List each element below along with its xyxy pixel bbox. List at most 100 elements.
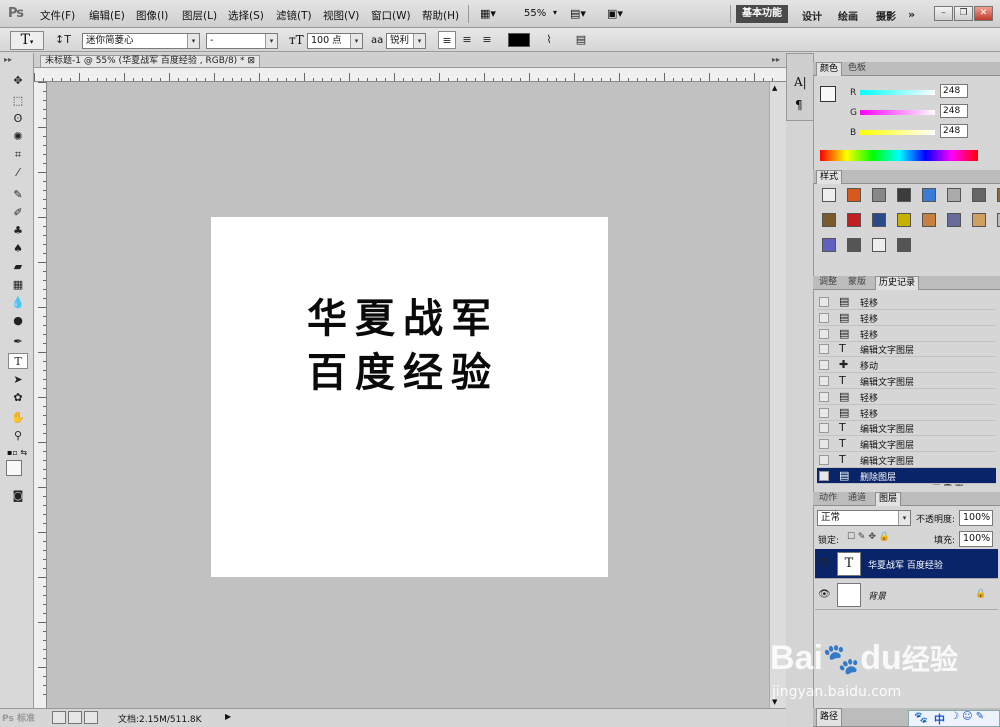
font-family-select[interactable]: 迷你简菱心 ▾ bbox=[82, 33, 200, 49]
eye-icon[interactable]: 👁 bbox=[818, 558, 831, 569]
style-swatch[interactable] bbox=[872, 188, 886, 202]
restore-icon[interactable]: ❐ bbox=[954, 6, 973, 21]
paragraph-panel-icon[interactable]: ¶ bbox=[795, 98, 803, 112]
menu-layer[interactable]: 图层(L) bbox=[182, 8, 217, 23]
text-color-swatch[interactable] bbox=[508, 33, 530, 47]
layer-row-text[interactable]: 👁 T 华夏战军 百度经验 bbox=[815, 549, 998, 579]
align-right-icon[interactable]: ≡ bbox=[478, 31, 496, 49]
history-snapshot-checkbox[interactable] bbox=[819, 312, 829, 323]
character-panel-icon[interactable]: ▤ bbox=[572, 31, 590, 49]
style-swatch[interactable] bbox=[847, 238, 861, 252]
status-menu-arrow-icon[interactable]: ▶ bbox=[225, 712, 231, 721]
tab-adjustments[interactable]: 调整 bbox=[816, 276, 840, 289]
move-tool-icon[interactable]: ✥ bbox=[8, 73, 28, 89]
warp-text-icon[interactable]: ⌇ bbox=[540, 31, 558, 49]
dodge-tool-icon[interactable]: ● bbox=[8, 313, 28, 329]
lasso-tool-icon[interactable]: ʘ bbox=[8, 111, 28, 127]
collapse-icon[interactable]: ▸▸ bbox=[4, 55, 12, 64]
tab-paths[interactable]: 路径 bbox=[816, 708, 843, 726]
menu-filter[interactable]: 滤镜(T) bbox=[276, 8, 312, 23]
history-item[interactable]: ▤ 轻移 bbox=[817, 389, 996, 405]
quick-select-tool-icon[interactable]: ✺ bbox=[8, 129, 28, 145]
tab-layers[interactable]: 图层 bbox=[875, 492, 902, 506]
style-swatch[interactable] bbox=[822, 213, 836, 227]
history-snapshot-checkbox[interactable] bbox=[819, 391, 829, 402]
tab-masks[interactable]: 蒙版 bbox=[845, 276, 869, 289]
close-icon[interactable]: ✕ bbox=[974, 6, 993, 21]
foreground-color-swatch[interactable] bbox=[820, 86, 836, 102]
history-item[interactable]: ▤ 轻移 bbox=[817, 294, 996, 310]
canvas-text-line-1[interactable]: 华夏战军 bbox=[307, 286, 499, 344]
eye-icon[interactable]: 👁 bbox=[818, 589, 831, 600]
opacity-field[interactable]: 100% bbox=[959, 510, 993, 526]
font-size-select[interactable]: 100 点 ▾ bbox=[307, 33, 363, 49]
style-swatch[interactable] bbox=[847, 213, 861, 227]
tab-color[interactable]: 颜色 bbox=[816, 62, 843, 76]
eraser-tool-icon[interactable]: ▰ bbox=[8, 259, 28, 275]
chevron-down-icon[interactable]: ▾ bbox=[553, 8, 557, 17]
r-slider[interactable] bbox=[860, 90, 935, 95]
history-snapshot-checkbox[interactable] bbox=[819, 407, 829, 418]
layer-name[interactable]: 背景 bbox=[868, 589, 886, 602]
crop-tool-icon[interactable]: ⌗ bbox=[8, 147, 28, 163]
style-swatch[interactable] bbox=[822, 238, 836, 252]
antialias-select[interactable]: 锐利 ▾ bbox=[386, 33, 426, 49]
style-swatch[interactable] bbox=[847, 188, 861, 202]
history-snapshot-checkbox[interactable] bbox=[819, 470, 829, 481]
history-item[interactable]: ▤ 轻移 bbox=[817, 310, 996, 326]
menu-help[interactable]: 帮助(H) bbox=[422, 8, 459, 23]
style-swatch[interactable] bbox=[972, 188, 986, 202]
style-swatch[interactable] bbox=[972, 213, 986, 227]
style-swatch[interactable] bbox=[922, 188, 936, 202]
scroll-up-icon[interactable]: ▲ bbox=[772, 84, 777, 92]
pen-tool-icon[interactable]: ✒ bbox=[8, 334, 28, 350]
quick-mask-icon[interactable]: ◙ bbox=[8, 488, 28, 504]
style-swatch[interactable] bbox=[897, 188, 911, 202]
lock-icons[interactable]: ☐ ✎ ✥ 🔒 bbox=[847, 532, 890, 542]
shape-tool-icon[interactable]: ✿ bbox=[8, 390, 28, 406]
healing-brush-tool-icon[interactable]: ✎ bbox=[8, 187, 28, 203]
history-item[interactable]: ✚ 移动 bbox=[817, 357, 996, 374]
brush-tool-icon[interactable]: ✐ bbox=[8, 205, 28, 221]
hand-tool-icon[interactable]: ✋ bbox=[8, 410, 28, 426]
history-snapshot-checkbox[interactable] bbox=[819, 360, 829, 371]
font-style-select[interactable]: - ▾ bbox=[206, 33, 278, 49]
workspace-photography-button[interactable]: 摄影 bbox=[876, 8, 896, 23]
default-colors-icon[interactable]: ▪▫ ⇆ bbox=[7, 448, 27, 457]
g-slider[interactable] bbox=[860, 110, 935, 115]
history-item[interactable]: T 编辑文字图层 bbox=[817, 373, 996, 389]
ime-mode-label[interactable]: 中 bbox=[934, 711, 945, 727]
history-snapshot-checkbox[interactable] bbox=[819, 423, 829, 434]
menu-view[interactable]: 视图(V) bbox=[323, 8, 359, 23]
paw-icon[interactable]: 🐾 bbox=[914, 711, 928, 724]
align-left-icon[interactable]: ≡ bbox=[438, 31, 456, 49]
style-swatch[interactable] bbox=[947, 188, 961, 202]
menu-image[interactable]: 图像(I) bbox=[136, 8, 168, 23]
history-item[interactable]: T 编辑文字图层 bbox=[817, 341, 996, 358]
document-tab[interactable]: 未标题-1 @ 55% (华夏战军 百度经验 , RGB/8) * ⊠ bbox=[40, 55, 260, 68]
history-brush-tool-icon[interactable]: ♠ bbox=[8, 241, 28, 257]
history-item[interactable]: T 编辑文字图层 bbox=[817, 452, 996, 468]
style-swatch[interactable] bbox=[922, 213, 936, 227]
history-snapshot-checkbox[interactable] bbox=[819, 344, 829, 355]
type-tool-icon[interactable]: T bbox=[8, 353, 28, 369]
menu-window[interactable]: 窗口(W) bbox=[371, 8, 411, 23]
workspace-painting-button[interactable]: 绘画 bbox=[838, 8, 858, 23]
close-icon[interactable]: ⊠ bbox=[247, 56, 255, 66]
zoom-level[interactable]: 55% bbox=[524, 8, 546, 19]
history-item[interactable]: ▤ 删除图层 bbox=[817, 467, 996, 484]
b-value-field[interactable]: 248 bbox=[940, 124, 968, 138]
history-snapshot-checkbox[interactable] bbox=[819, 328, 829, 339]
menu-select[interactable]: 选择(S) bbox=[228, 8, 264, 23]
vertical-scrollbar[interactable] bbox=[769, 82, 786, 708]
g-value-field[interactable]: 248 bbox=[940, 104, 968, 118]
menu-edit[interactable]: 编辑(E) bbox=[89, 8, 125, 23]
history-item[interactable]: ▤ 轻移 bbox=[817, 326, 996, 342]
style-swatch[interactable] bbox=[897, 213, 911, 227]
history-snapshot-checkbox[interactable] bbox=[819, 297, 829, 307]
layer-name[interactable]: 华夏战军 百度经验 bbox=[868, 558, 943, 571]
blend-mode-select[interactable]: 正常 ▾ bbox=[817, 510, 911, 526]
standard-screen-button[interactable] bbox=[52, 711, 66, 724]
tool-preset-picker[interactable]: T▾ bbox=[10, 31, 44, 50]
style-swatch[interactable] bbox=[872, 238, 886, 252]
